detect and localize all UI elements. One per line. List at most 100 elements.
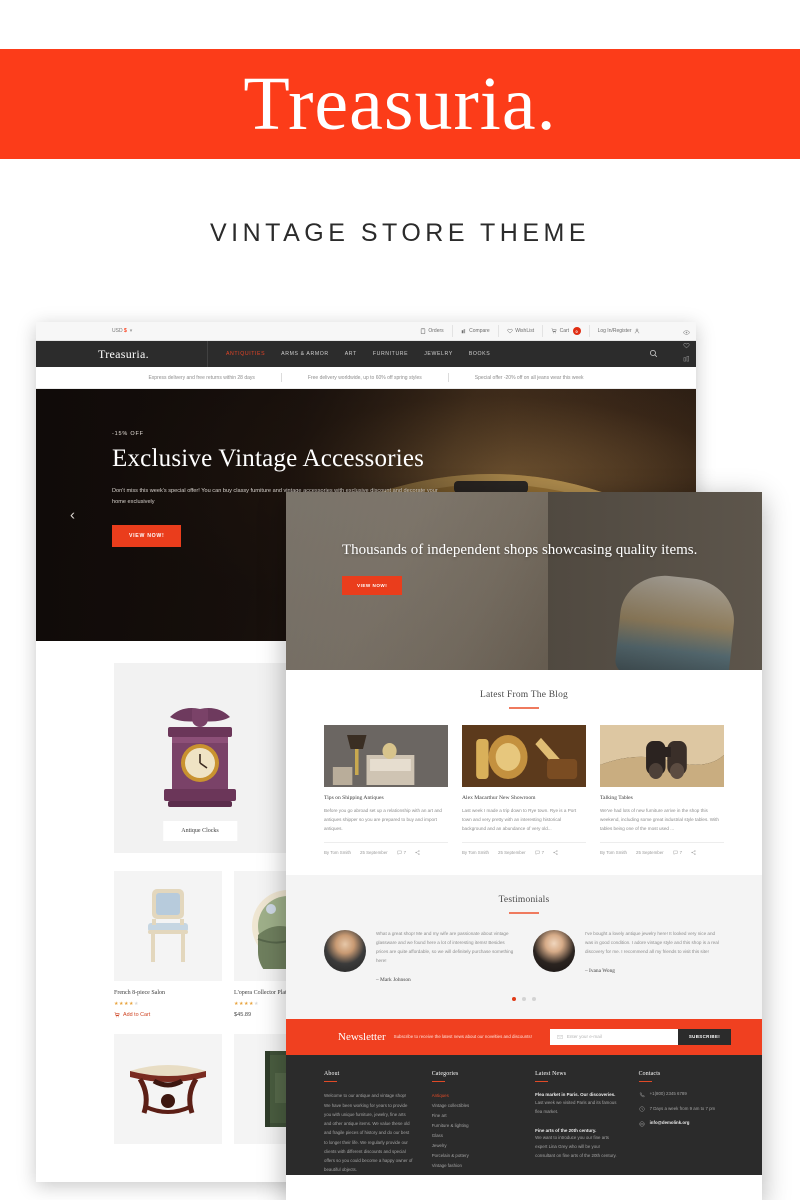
blog-card[interactable]: Tips on Shipping Antiques Before you go …: [324, 724, 448, 855]
share-icon[interactable]: [691, 850, 696, 856]
utility-item-login[interactable]: Log In/Register: [588, 325, 648, 337]
currency-selector[interactable]: USD $ ▾: [112, 328, 132, 334]
testimonials-section-title: Testimonials: [498, 895, 550, 906]
front-hero-cta-button[interactable]: VIEW NOW!: [342, 575, 403, 595]
carousel-dot-1[interactable]: [512, 996, 516, 1001]
heart-icon: [507, 328, 513, 334]
footer-category-fine-art[interactable]: Fine art: [432, 1111, 517, 1121]
nav-logo[interactable]: Treasuria.: [98, 341, 208, 367]
eye-icon[interactable]: [683, 329, 690, 336]
currency-label: USD $: [112, 328, 127, 334]
share-icon[interactable]: [553, 850, 558, 856]
blog-date: 25 September: [498, 850, 526, 856]
utility-label-cart: Cart: [559, 328, 570, 334]
blog-author: By Tom Smith: [600, 850, 628, 856]
blog-excerpt: Before you go abroad set up a relationsh…: [324, 807, 442, 831]
footer-contact-phone[interactable]: +1(800) 2345 6789: [639, 1091, 724, 1098]
share-icon[interactable]: [415, 850, 420, 856]
testimonial-text: What a great shop! Me and my wife are pa…: [376, 931, 514, 963]
hero-cta-button[interactable]: VIEW NOW!: [112, 525, 182, 548]
blog-meta: By Tom Smith 25 September 7: [600, 842, 724, 855]
category-card-antique-clocks[interactable]: Antique Clocks: [114, 663, 286, 853]
footer-category-porcelain-pottery[interactable]: Porcelain & pottery: [432, 1151, 517, 1161]
footer-news-item[interactable]: Fine arts of the 20th century. We want t…: [535, 1127, 620, 1161]
product-card-console-table[interactable]: [114, 1034, 222, 1144]
footer-category-jewelry[interactable]: Jewelry: [432, 1141, 517, 1151]
nav-link-arms-armor[interactable]: ARMS & ARMOR: [281, 351, 329, 357]
footer-news-body: We want to introduce you our fine arts e…: [535, 1135, 617, 1158]
footer-category-furniture-lighting[interactable]: Furniture & lighting: [432, 1121, 517, 1131]
nav-link-antiquities[interactable]: ANTIQUITIES: [226, 351, 265, 357]
blog-date: 25 September: [636, 850, 664, 856]
testimonial-body: I've bought a lovely antique jewelry her…: [585, 930, 724, 983]
chevron-left-icon[interactable]: ‹: [70, 508, 75, 523]
front-hero-content: Thousands of independent shops showcasin…: [286, 492, 762, 595]
blog-comments[interactable]: 7: [673, 850, 682, 855]
blog-comments[interactable]: 7: [397, 850, 406, 855]
hero-title: Exclusive Vintage Accessories: [112, 445, 425, 472]
cart-icon: [114, 1012, 120, 1018]
heart-icon[interactable]: [683, 342, 690, 349]
hero-kicker: -15% OFF: [112, 431, 144, 437]
blog-meta: By Tom Smith 25 September 7: [324, 842, 448, 855]
testimonial-body: What a great shop! Me and my wife are pa…: [376, 930, 515, 983]
newsletter-form: Enter your e-mail SUBSCRIBE!: [549, 1028, 732, 1045]
footer-news-item[interactable]: Flea market in Paris. Our discoveries. L…: [535, 1091, 620, 1116]
cart-icon: [551, 328, 557, 334]
compare-icon[interactable]: [683, 355, 690, 362]
footer-category-antiques[interactable]: Antiques: [432, 1091, 517, 1101]
product-card-french-salon[interactable]: French 8-piece Salon ★★★★★ Add to Cart: [114, 330, 690, 1018]
comment-icon: [673, 851, 678, 856]
carousel-dot-2[interactable]: [522, 996, 526, 1001]
testimonials-section: Testimonials What a great shop! Me and m…: [286, 875, 762, 1019]
utility-item-compare[interactable]: Compare: [451, 325, 498, 337]
nav-links: ANTIQUITIES ARMS & ARMOR ART FURNITURE J…: [226, 351, 490, 357]
utility-links: Orders Compare WishList Cart 0 Log In/Re…: [412, 325, 648, 337]
add-to-cart-button[interactable]: Add to Cart: [114, 1012, 222, 1018]
footer-contact-email[interactable]: info@demolink.org: [639, 1120, 724, 1127]
utility-label-orders: Orders: [428, 328, 444, 334]
footer-rule: [431, 1080, 445, 1083]
testimonial-author: – Ivana Wong: [585, 967, 616, 974]
comment-icon: [397, 851, 402, 856]
blog-excerpt: Last week I made a trip down to Rye town…: [462, 807, 577, 831]
utility-label-compare: Compare: [469, 328, 490, 334]
product-rating: ★★★★★: [114, 1001, 139, 1007]
blog-card[interactable]: Talking Tables We've had lots of new fur…: [600, 724, 724, 855]
blog-title: Tips on Shipping Antiques: [324, 794, 384, 801]
add-to-cart-label: Add to Cart: [123, 1012, 151, 1018]
utility-item-wishlist[interactable]: WishList: [497, 325, 542, 337]
blog-title: Talking Tables: [600, 794, 633, 801]
clock-icon: [639, 1106, 645, 1112]
newsletter-placeholder: Enter your e-mail: [566, 1034, 602, 1040]
blog-comments[interactable]: 7: [535, 850, 544, 855]
login-icon: [634, 328, 640, 334]
footer-category-glass[interactable]: Glass: [432, 1131, 517, 1141]
product-title: French 8-piece Salon: [114, 990, 165, 996]
footer-category-vintage-collectibles[interactable]: Vintage collectibles: [432, 1101, 517, 1111]
carousel-dot-3[interactable]: [532, 996, 536, 1001]
nav-link-furniture[interactable]: FURNITURE: [373, 351, 408, 357]
footer-heading-categories: Categories: [431, 1070, 459, 1077]
footer-heading-latest-news: Latest News: [535, 1070, 567, 1077]
avatar: [533, 930, 575, 973]
nav-link-jewelry[interactable]: JEWELRY: [424, 351, 453, 357]
nav-link-books[interactable]: BOOKS: [469, 351, 490, 357]
blog-thumbnail: [600, 724, 724, 787]
footer-rule: [535, 1080, 549, 1083]
product-thumbnail: [114, 871, 222, 981]
footer-category-vintage-fashion[interactable]: Vintage fashion: [432, 1161, 517, 1171]
testimonial-card: What a great shop! Me and my wife are pa…: [324, 930, 515, 983]
newsletter-subscribe-button[interactable]: SUBSCRIBE!: [677, 1028, 732, 1045]
blog-card[interactable]: Alex Macarthur New Showroom Last week I …: [462, 724, 586, 856]
nav-link-art[interactable]: ART: [345, 351, 357, 357]
search-button[interactable]: [649, 345, 658, 363]
blog-comment-count: 7: [403, 850, 407, 856]
footer-contact-hours-text: 7 Days a week from 9 am to 7 pm: [649, 1105, 716, 1111]
utility-item-cart[interactable]: Cart 0: [542, 325, 588, 337]
footer-contact-email-text: info@demolink.org: [649, 1120, 690, 1126]
footer-column-categories: Categories Antiques Vintage collectibles…: [431, 1070, 517, 1175]
phone-icon: [639, 1092, 645, 1097]
newsletter-email-input[interactable]: Enter your e-mail: [549, 1028, 678, 1045]
utility-item-orders[interactable]: Orders: [412, 325, 452, 337]
